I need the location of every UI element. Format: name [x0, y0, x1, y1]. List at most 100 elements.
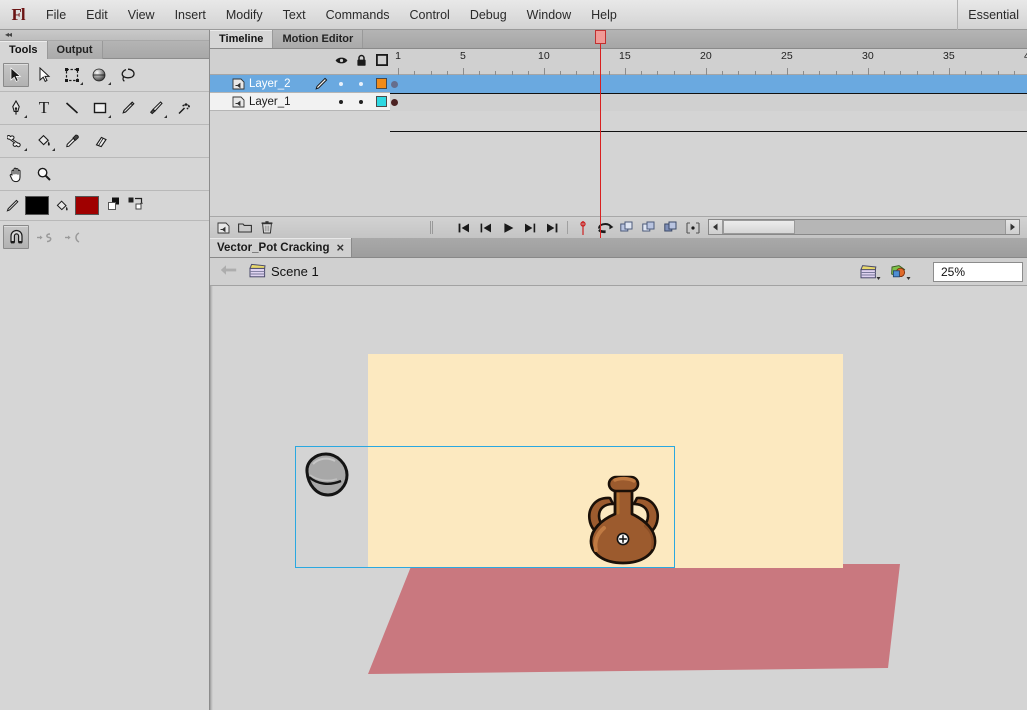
layer-outline-color-swatch[interactable]: [376, 96, 387, 107]
timeline-empty-area[interactable]: [210, 131, 1027, 216]
deco-tool-button[interactable]: [171, 96, 197, 120]
swap-colors-button[interactable]: [128, 197, 144, 214]
eyedropper-tool-button[interactable]: [59, 129, 85, 153]
playhead[interactable]: [600, 30, 601, 238]
scroll-right-button[interactable]: [1005, 220, 1019, 234]
playhead-head[interactable]: [595, 30, 606, 44]
loop-playback-button[interactable]: [596, 219, 614, 237]
new-layer-button[interactable]: [214, 219, 232, 237]
straighten-option-button[interactable]: [59, 225, 85, 249]
timeline-hscrollbar[interactable]: [708, 219, 1020, 235]
smooth-option-button[interactable]: [31, 225, 57, 249]
fill-color-swatch[interactable]: [75, 196, 99, 215]
flyout-corner: [164, 115, 167, 118]
go-to-first-frame-button[interactable]: [455, 219, 473, 237]
gradient-transform-tool-button[interactable]: [87, 63, 113, 87]
keyframe-marker[interactable]: [391, 81, 398, 88]
selection-bounding-box[interactable]: [295, 446, 675, 568]
layer-row[interactable]: Layer_2: [210, 75, 1027, 93]
lasso-tool-button[interactable]: [115, 63, 141, 87]
floor-parallelogram[interactable]: [280, 564, 900, 674]
stage-canvas[interactable]: [210, 286, 1027, 710]
pencil-tool-button[interactable]: [115, 96, 141, 120]
workspace-switcher[interactable]: Essential: [957, 0, 1027, 30]
tools-collapse-button[interactable]: ◂◂: [0, 30, 209, 41]
timeline-ruler[interactable]: 15101520253035404550556065707580: [390, 49, 1027, 75]
layer-frames-track[interactable]: [390, 93, 1027, 111]
menu-modify[interactable]: Modify: [216, 0, 273, 30]
onion-skin-outlines-button[interactable]: [618, 219, 636, 237]
flyout-corner: [52, 148, 55, 151]
lock-icon[interactable]: [354, 53, 368, 67]
edit-scene-button[interactable]: [860, 264, 881, 284]
menu-commands[interactable]: Commands: [316, 0, 400, 30]
line-tool-button[interactable]: [59, 96, 85, 120]
rectangle-tool-button[interactable]: [87, 96, 113, 120]
tab-motion-editor[interactable]: Motion Editor: [273, 30, 363, 48]
menu-window[interactable]: Window: [517, 0, 581, 30]
edit-multiple-frames-button[interactable]: [640, 219, 658, 237]
outline-square-icon[interactable]: [375, 53, 389, 67]
zoom-level-input[interactable]: 25%: [933, 262, 1023, 282]
menu-control[interactable]: Control: [400, 0, 460, 30]
subselection-tool-button[interactable]: [31, 63, 57, 87]
paint-bucket-tool-button[interactable]: [31, 129, 57, 153]
snap-to-objects-button[interactable]: [3, 225, 29, 249]
modify-onion-markers-button[interactable]: [662, 219, 680, 237]
step-forward-button[interactable]: [521, 219, 539, 237]
brush-tool-button[interactable]: [143, 96, 169, 120]
eraser-tool-button[interactable]: [87, 129, 113, 153]
center-frame-button[interactable]: [684, 219, 702, 237]
go-to-last-frame-button[interactable]: [543, 219, 561, 237]
eye-icon[interactable]: [334, 53, 348, 67]
scroll-thumb[interactable]: [723, 220, 795, 234]
tools-tab-bar: Tools Output: [0, 41, 209, 59]
tab-output[interactable]: Output: [48, 41, 103, 59]
black-and-white-button[interactable]: [108, 197, 123, 214]
scroll-left-button[interactable]: [709, 220, 723, 234]
layer-visibility-dot[interactable]: [339, 82, 343, 86]
menu-debug[interactable]: Debug: [460, 0, 517, 30]
menu-view[interactable]: View: [118, 0, 165, 30]
text-tool-button[interactable]: T: [31, 96, 57, 120]
layer-outline-color-swatch[interactable]: [376, 78, 387, 89]
keyframe-marker[interactable]: [391, 99, 398, 106]
free-transform-tool-button[interactable]: [59, 63, 85, 87]
play-button[interactable]: [499, 219, 517, 237]
layer-row[interactable]: Layer_1: [210, 93, 1027, 111]
zoom-tool-button[interactable]: [31, 162, 57, 186]
line-icon: [64, 100, 80, 116]
edit-symbol-button[interactable]: [890, 264, 911, 284]
onion-skin-button[interactable]: [574, 219, 592, 237]
arrow-icon: [8, 67, 24, 83]
step-back-button[interactable]: [477, 219, 495, 237]
menu-insert[interactable]: Insert: [165, 0, 216, 30]
menu-help[interactable]: Help: [581, 0, 627, 30]
document-tab[interactable]: Vector_Pot Cracking ×: [210, 238, 352, 257]
close-icon[interactable]: ×: [336, 240, 344, 255]
back-arrow-icon[interactable]: [220, 264, 237, 279]
flash-application-window: Fl File Edit View Insert Modify Text Com…: [0, 0, 1027, 710]
bone-tool-button[interactable]: [3, 129, 29, 153]
selection-tool-button[interactable]: [3, 63, 29, 87]
menu-edit[interactable]: Edit: [76, 0, 118, 30]
delete-layer-button[interactable]: [258, 219, 276, 237]
rectangle-icon: [92, 100, 108, 116]
layer-lock-dot[interactable]: [359, 82, 363, 86]
stroke-color-swatch[interactable]: [25, 196, 49, 215]
tab-tools[interactable]: Tools: [0, 41, 48, 59]
scene-name-label[interactable]: Scene 1: [271, 264, 319, 279]
paint-bucket-icon: [36, 133, 52, 149]
menu-bar: Fl File Edit View Insert Modify Text Com…: [0, 0, 1027, 30]
hand-tool-button[interactable]: [3, 162, 29, 186]
menu-text[interactable]: Text: [273, 0, 316, 30]
new-folder-button[interactable]: [236, 219, 254, 237]
layer-frames-track[interactable]: [390, 75, 1027, 93]
layer-visibility-dot[interactable]: [339, 100, 343, 104]
step-forward-icon: [523, 222, 537, 234]
tab-timeline[interactable]: Timeline: [210, 30, 273, 48]
menu-file[interactable]: File: [36, 0, 76, 30]
pen-tool-button[interactable]: [3, 96, 29, 120]
layer-lock-dot[interactable]: [359, 100, 363, 104]
flyout-corner: [108, 115, 111, 118]
